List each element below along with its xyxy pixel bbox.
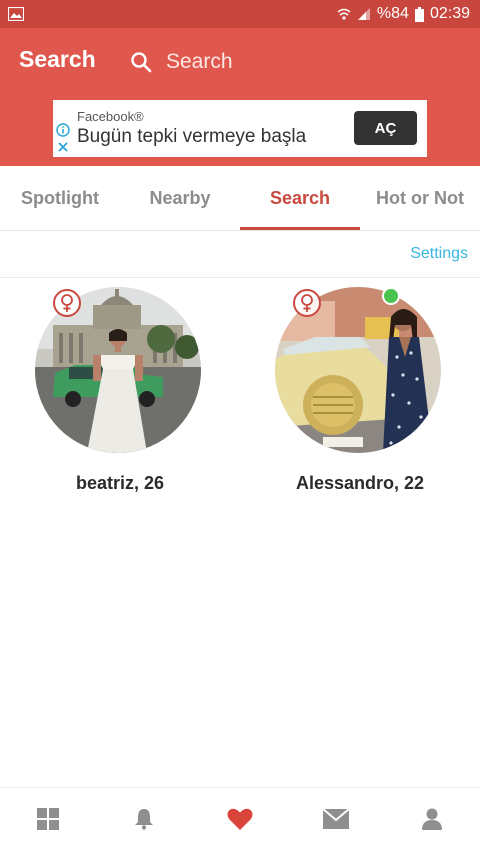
mail-icon[interactable] — [322, 807, 350, 834]
status-bar: %84 02:39 — [0, 0, 480, 28]
app-bar: Search Search Facebook® Bugün tepki verm… — [0, 28, 480, 166]
grid-icon[interactable] — [37, 807, 59, 835]
tab-nearby[interactable]: Nearby — [120, 166, 240, 230]
profile-name-age[interactable]: Alessandro, 22 — [240, 473, 480, 494]
ad-info-icon[interactable] — [56, 123, 70, 137]
bell-icon[interactable] — [134, 808, 154, 835]
gallery-notification-icon — [8, 7, 24, 21]
profile-card[interactable]: beatriz, 26 — [0, 287, 240, 507]
battery-icon — [414, 6, 424, 22]
nav-grid[interactable] — [0, 788, 96, 854]
heart-icon[interactable] — [227, 808, 253, 835]
settings-link[interactable]: Settings — [410, 245, 468, 263]
ad-text: Bugün tepki vermeye başla — [77, 126, 307, 147]
ad-open-button[interactable]: AÇ — [354, 111, 417, 145]
female-icon — [293, 289, 321, 317]
ad-banner[interactable]: Facebook® Bugün tepki vermeye başla AÇ — [53, 100, 427, 157]
wifi-icon — [337, 7, 351, 21]
signal-icon — [357, 7, 371, 21]
nav-notifications[interactable] — [96, 788, 192, 854]
nav-favorites[interactable] — [192, 788, 288, 854]
online-status-indicator — [382, 287, 400, 305]
female-icon — [53, 289, 81, 317]
tab-hot-or-not[interactable]: Hot or Not — [360, 166, 480, 230]
battery-percentage: %84 — [376, 5, 409, 22]
search-input[interactable]: Search — [130, 42, 233, 82]
ad-source: Facebook® — [77, 109, 144, 124]
profile-name-age[interactable]: beatriz, 26 — [0, 473, 240, 494]
search-icon[interactable] — [130, 51, 152, 73]
tab-spotlight[interactable]: Spotlight — [0, 166, 120, 230]
bottom-nav — [0, 787, 480, 854]
person-icon[interactable] — [422, 808, 442, 835]
search-placeholder: Search — [166, 50, 233, 73]
tab-bar: Spotlight Nearby Search Hot or Not — [0, 166, 480, 231]
nav-messages[interactable] — [288, 788, 384, 854]
ad-close-icon[interactable] — [56, 140, 70, 154]
page-title: Search — [19, 46, 96, 72]
tab-search[interactable]: Search — [240, 166, 360, 230]
nav-profile[interactable] — [384, 788, 480, 854]
clock: 02:39 — [429, 5, 470, 22]
profile-card[interactable]: Alessandro, 22 — [240, 287, 480, 507]
settings-row: Settings — [0, 231, 480, 278]
